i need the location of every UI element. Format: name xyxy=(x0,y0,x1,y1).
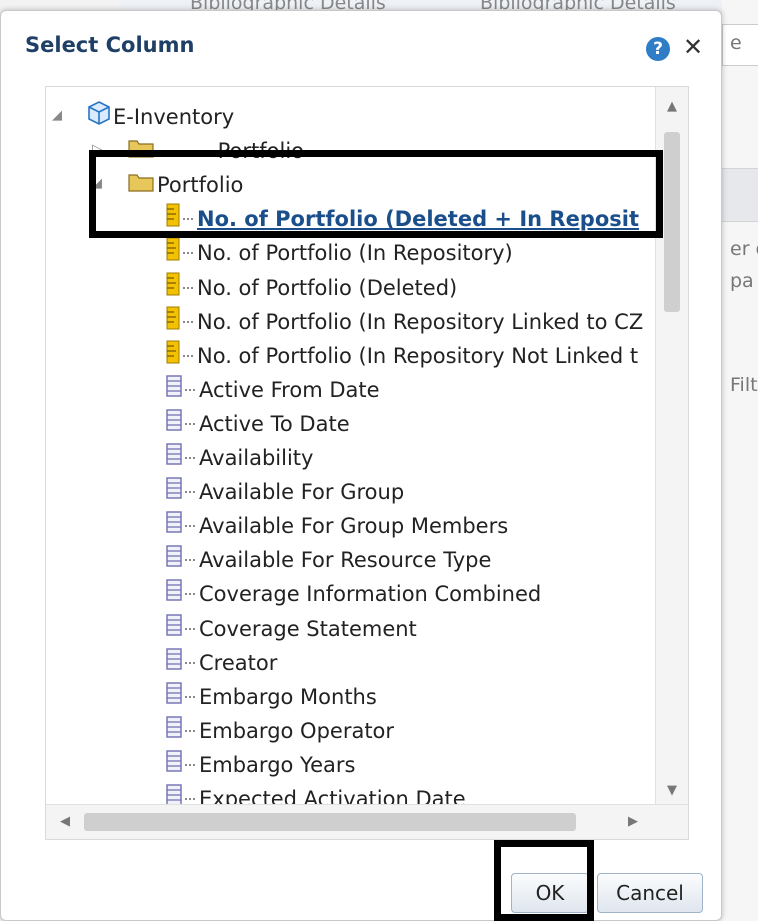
tree-item[interactable]: Available For Resource Type xyxy=(166,544,491,574)
cancel-button[interactable]: Cancel xyxy=(597,873,703,913)
attribute-column-icon xyxy=(166,477,182,507)
highlight-box-ok-button xyxy=(494,840,594,921)
vertical-scroll-thumb[interactable] xyxy=(664,132,680,312)
tree-item[interactable]: No. of Portfolio (In Repository Linked t… xyxy=(166,306,643,336)
tree-node-label: Coverage Statement xyxy=(199,616,417,641)
attribute-column-icon xyxy=(166,784,182,805)
tree-node-label: Embargo Months xyxy=(199,684,377,709)
tree-item[interactable]: Coverage Statement xyxy=(166,613,417,643)
tree-connector xyxy=(185,457,195,459)
tree-node-label: Embargo Years xyxy=(199,752,356,777)
background-text: Filt xyxy=(730,374,758,396)
tree-item[interactable]: No. of Portfolio (In Repository) xyxy=(166,237,513,267)
tree-item[interactable]: Creator xyxy=(166,647,277,677)
horizontal-scroll-thumb[interactable] xyxy=(84,813,576,831)
tree-connector xyxy=(183,354,193,357)
background-band xyxy=(722,168,758,222)
tree-node-label: No. of Portfolio (In Repository) xyxy=(197,241,513,266)
tree-connector xyxy=(185,729,195,732)
scroll-down-icon[interactable]: ▼ xyxy=(656,777,688,805)
tree-node-label: No. of Portfolio (In Repository Linked t… xyxy=(197,309,644,334)
tree-connector xyxy=(185,593,195,596)
measure-column-icon xyxy=(166,272,180,304)
tree-node-label: No. of Portfolio (Deleted) xyxy=(197,275,458,300)
tree-connector xyxy=(185,559,195,562)
tree-item[interactable]: Active To Date xyxy=(166,408,350,438)
tree-connector xyxy=(185,798,195,800)
tree-node-label: Active To Date xyxy=(199,411,350,436)
select-column-dialog: Select Column ? ✕ ◢ E-Inventory ▷ --------P… xyxy=(0,10,722,921)
tree-connector xyxy=(185,627,195,630)
measure-column-icon xyxy=(166,340,180,372)
help-icon[interactable]: ? xyxy=(646,37,670,61)
background-text: er o xyxy=(730,238,758,260)
tree-item[interactable]: Active From Date xyxy=(166,374,380,404)
horizontal-scrollbar[interactable]: ◀ ▶ xyxy=(46,804,688,839)
tree-item[interactable]: Availability xyxy=(166,442,313,472)
background-text: pa xyxy=(730,270,754,292)
scroll-right-icon[interactable]: ▶ xyxy=(618,805,648,839)
tree-item[interactable]: No. of Portfolio (In Repository Not Link… xyxy=(166,340,638,370)
tree-connector xyxy=(185,525,195,528)
attribute-column-icon xyxy=(166,511,182,541)
tree-node-label: Available For Group Members xyxy=(199,514,509,539)
tree-connector xyxy=(185,763,195,766)
cube-icon xyxy=(88,101,110,133)
tree-node-label: Availability xyxy=(199,446,314,470)
scroll-up-icon[interactable]: ▲ xyxy=(656,93,688,121)
tree-connector xyxy=(185,491,195,494)
background-page-right: e er o pa Filt xyxy=(722,0,758,921)
tree-item[interactable]: Embargo Years xyxy=(166,749,355,779)
expanded-arrow-icon[interactable]: ◢ xyxy=(52,101,68,131)
tree-node-label: Expected Activation Date xyxy=(199,787,466,805)
tree-item[interactable]: No. of Portfolio (Deleted) xyxy=(166,272,457,302)
attribute-column-icon xyxy=(166,409,182,439)
background-text: e xyxy=(730,32,742,54)
tree-item[interactable]: Embargo Months xyxy=(166,681,377,711)
tree-item[interactable]: Expected Activation Date xyxy=(166,783,466,805)
measure-column-icon xyxy=(166,306,180,338)
tree-node-label: E-Inventory xyxy=(113,105,235,129)
tree-item[interactable]: Available For Group xyxy=(166,476,404,506)
tree-node-label: No. of Portfolio (In Repository Not Link… xyxy=(197,343,639,368)
tree-connector xyxy=(183,252,193,255)
tree-connector xyxy=(185,661,195,664)
attribute-column-icon xyxy=(166,375,182,405)
attribute-column-icon xyxy=(166,579,182,609)
attribute-column-icon xyxy=(166,613,182,644)
tree-node-label: Creator xyxy=(199,650,278,675)
tree-connector xyxy=(185,695,195,698)
tree-node-label: Embargo Operator xyxy=(199,718,395,743)
measure-column-icon xyxy=(166,237,180,269)
tree-item[interactable]: Embargo Operator xyxy=(166,715,394,745)
tree-connector xyxy=(183,320,193,323)
tree-node-root[interactable]: ◢ E-Inventory xyxy=(52,101,235,133)
tree-node-label: Available For Group xyxy=(199,480,405,505)
tree-node-label: Coverage Information Combined xyxy=(199,582,542,607)
tree-connector xyxy=(185,388,195,391)
scroll-left-icon[interactable]: ◀ xyxy=(50,805,80,839)
tree-connector xyxy=(185,422,195,425)
attribute-column-icon xyxy=(166,443,182,473)
tree-item[interactable]: Available For Group Members xyxy=(166,510,508,540)
tree-node-label: Active From Date xyxy=(199,377,380,402)
tree-connector xyxy=(183,286,193,289)
tree-node-label: Available For Resource Type xyxy=(199,548,492,573)
tree-item[interactable]: Coverage Information Combined xyxy=(166,578,541,608)
attribute-column-icon xyxy=(166,681,182,712)
dialog-title: Select Column xyxy=(25,33,195,57)
attribute-column-icon xyxy=(166,716,182,746)
attribute-column-icon xyxy=(166,545,182,575)
attribute-column-icon xyxy=(166,647,182,678)
close-icon[interactable]: ✕ xyxy=(683,33,703,61)
highlight-box-selected-column xyxy=(89,150,663,238)
attribute-column-icon xyxy=(166,750,182,780)
